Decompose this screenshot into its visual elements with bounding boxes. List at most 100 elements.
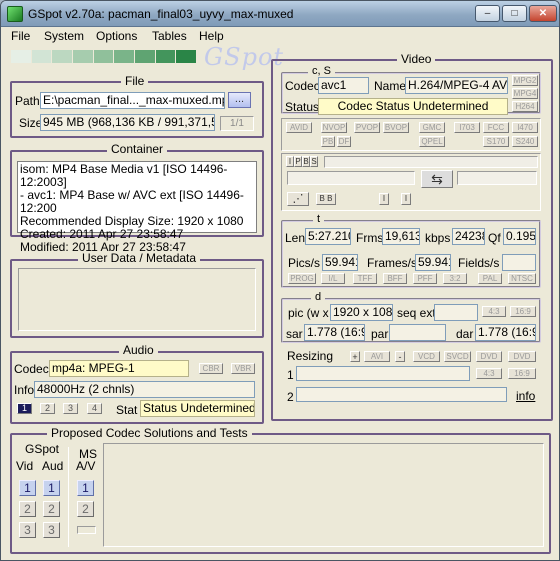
- dar-field: 1.778 (16:9): [475, 324, 536, 341]
- file-group-title: File: [121, 74, 149, 88]
- frames-label: Frames/s: [367, 256, 418, 270]
- metadata-group-title: User Data / Metadata: [78, 251, 201, 265]
- audio-stream-1[interactable]: 1: [17, 403, 32, 414]
- ms-solution-1[interactable]: 1: [77, 480, 94, 496]
- fcc-flag: FCC: [483, 122, 509, 133]
- resize-ar-4-3: 4:3: [476, 368, 502, 379]
- ms-solution-2[interactable]: 2: [77, 501, 94, 517]
- frame-bar-left: [287, 171, 415, 185]
- resize-row-2-field: [296, 387, 507, 402]
- tff-flag: TFF: [353, 273, 377, 284]
- aud-solution-1[interactable]: 1: [43, 480, 60, 496]
- vbr-indicator: VBR: [231, 363, 255, 374]
- ms-solution-3-slot: [77, 526, 96, 534]
- aud-solution-2[interactable]: 2: [43, 501, 60, 517]
- bvop-flag: BVOP: [383, 122, 409, 133]
- audio-stream-4[interactable]: 4: [87, 403, 102, 414]
- interlaced-flag: I/L: [321, 273, 345, 284]
- qf-field: 0.195: [503, 228, 536, 245]
- frms-field: 19,613: [382, 228, 420, 245]
- avi-resize-button[interactable]: AVI: [364, 351, 390, 362]
- minimize-button[interactable]: –: [475, 5, 500, 22]
- pb-flag: PB: [321, 136, 335, 147]
- dvd-resize-button[interactable]: DVD: [476, 351, 502, 362]
- cbr-indicator: CBR: [199, 363, 223, 374]
- video-status-label: Status: [285, 100, 320, 114]
- pal-flag: PAL: [478, 273, 502, 284]
- pff-flag: PFF: [413, 273, 437, 284]
- i-marker-2: I: [401, 193, 411, 205]
- resize-plus-button[interactable]: +: [350, 351, 360, 362]
- resize-ar-16-9: 16:9: [508, 368, 536, 379]
- video-name-field: H.264/MPEG-4 AVC: [405, 77, 508, 94]
- audio-codec-field: mp4a: MPEG-1: [49, 360, 189, 377]
- bb-flag: B B: [316, 193, 336, 205]
- audio-codec-label: Codec: [14, 362, 49, 376]
- sar-field: 1.778 (16:9): [304, 324, 365, 341]
- size-field: 945 MB (968,136 KB / 991,371,584: [40, 114, 215, 131]
- proposed-group-title: Proposed Codec Solutions and Tests: [47, 426, 252, 440]
- vid-column-label: Vid: [16, 459, 34, 473]
- i470-flag: I470: [512, 122, 538, 133]
- audio-info-label: Info: [14, 383, 35, 397]
- menu-system[interactable]: System: [44, 27, 84, 45]
- seq-ext-label: seq ext: [397, 306, 436, 320]
- audio-stat-label: Stat: [116, 403, 138, 417]
- frame-b-flag: B: [302, 156, 310, 167]
- video-name-label: Name: [374, 79, 407, 93]
- metadata-box: [18, 268, 256, 331]
- size-label: Size: [19, 116, 43, 130]
- window-title: GSpot v2.70a: pacman_final03_uyvy_max-mu…: [28, 7, 294, 21]
- vid-solution-2[interactable]: 2: [19, 501, 36, 517]
- df-flag: DF: [337, 136, 351, 147]
- progress-bars: [11, 50, 197, 63]
- container-line: - avc1: MP4 Base w/ AVC ext [ISO 14496-1…: [20, 188, 244, 215]
- path-field[interactable]: E:\pacman_final..._max-muxed.mp4: [40, 92, 225, 109]
- browse-button[interactable]: ...: [228, 92, 251, 108]
- frames-field: 59.941: [415, 254, 451, 271]
- close-button[interactable]: ✕: [529, 5, 557, 22]
- main-window: GSpot v2.70a: pacman_final03_uyvy_max-mu…: [0, 0, 560, 561]
- s240-flag: S240: [512, 136, 538, 147]
- audio-info-field: 48000Hz (2 chnls): [34, 381, 255, 398]
- nvop-flag: NVOP: [321, 122, 347, 133]
- frame-s-flag: S: [310, 156, 318, 167]
- vid-solution-1[interactable]: 1: [19, 480, 36, 496]
- mpg4-indicator: MPG4: [512, 88, 538, 99]
- video-status-field: Codec Status Undetermined: [318, 98, 508, 115]
- len-field: 5:27.210: [305, 228, 351, 245]
- menu-file[interactable]: File: [11, 27, 30, 45]
- dvd2-resize-button[interactable]: DVD: [508, 351, 536, 362]
- kbps-label: kbps: [425, 231, 451, 245]
- audio-stream-3[interactable]: 3: [63, 403, 78, 414]
- resize-minus-button[interactable]: -: [395, 351, 405, 362]
- menu-options[interactable]: Options: [96, 27, 137, 45]
- timing-subgroup-title: t: [313, 213, 325, 225]
- file-page-indicator: 1/1: [220, 116, 254, 131]
- pulldown-flag: 3:2: [443, 273, 467, 284]
- fields-field: [502, 254, 536, 271]
- menu-tables[interactable]: Tables: [152, 27, 187, 45]
- maximize-button[interactable]: □: [502, 5, 527, 22]
- vcd-resize-button[interactable]: VCD: [413, 351, 440, 362]
- frms-label: Frms: [356, 231, 384, 245]
- qf-label: Qf: [488, 231, 501, 245]
- audio-stream-2[interactable]: 2: [40, 403, 55, 414]
- swap-arrow-icon[interactable]: ⇆: [421, 170, 453, 188]
- aud-column-label: Aud: [42, 459, 64, 473]
- frame-sequence-bar: [324, 156, 538, 168]
- title-bar[interactable]: GSpot v2.70a: pacman_final03_uyvy_max-mu…: [1, 1, 559, 27]
- dimensions-subgroup-title: d: [311, 291, 326, 303]
- proposed-solutions-box: [103, 443, 544, 547]
- svcd-resize-button[interactable]: SVCD: [444, 351, 471, 362]
- resizing-label: Resizing: [287, 349, 334, 363]
- prog-flag: PROG: [288, 273, 316, 284]
- video-codec-field: avc1: [318, 77, 369, 94]
- len-label: Len: [285, 231, 306, 245]
- audio-status-field: Status Undetermined: [140, 400, 255, 417]
- par-field: [389, 324, 446, 341]
- info-link[interactable]: info: [516, 389, 535, 403]
- aud-solution-3[interactable]: 3: [43, 522, 60, 538]
- audio-group-title: Audio: [119, 343, 158, 357]
- vid-solution-3[interactable]: 3: [19, 522, 36, 538]
